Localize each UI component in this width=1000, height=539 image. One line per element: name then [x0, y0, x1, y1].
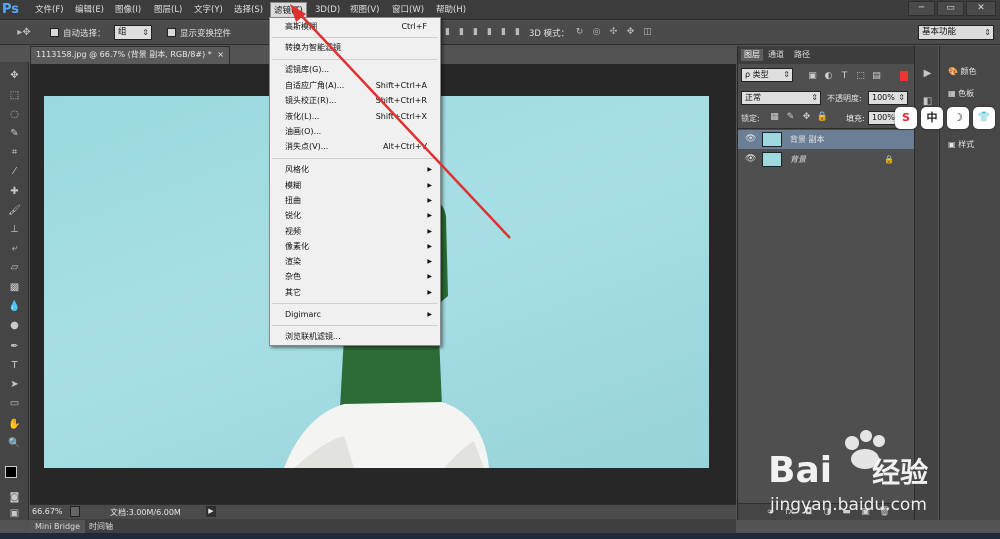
watermark-brand-text: Bai: [768, 450, 833, 491]
watermark-brand: Bai 经验: [768, 450, 928, 491]
baidu-watermark: Bai 经验 jingyan.baidu.com: [768, 425, 968, 525]
watermark-brand2-text: 经验: [872, 456, 929, 489]
watermark-url: jingyan.baidu.com: [770, 495, 927, 515]
